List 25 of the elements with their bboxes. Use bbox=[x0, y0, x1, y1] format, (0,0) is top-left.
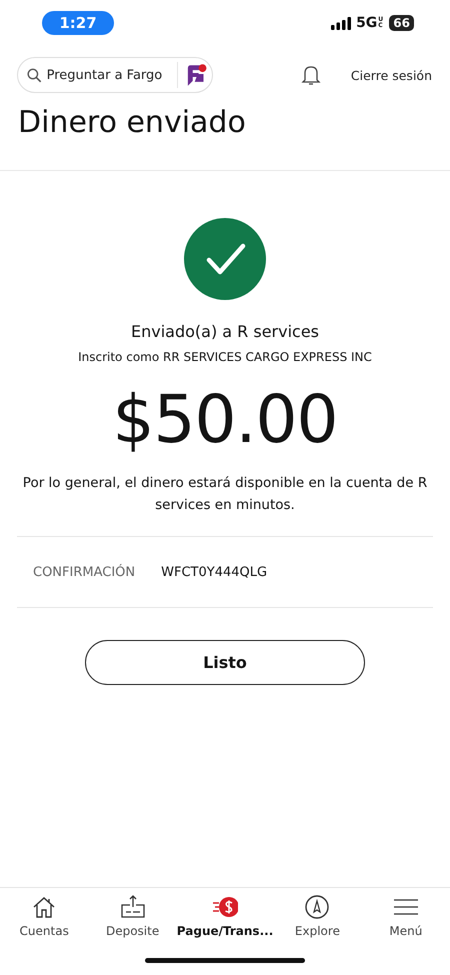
page-title: Dinero enviado bbox=[17, 104, 247, 142]
nav-tab[interactable]: Menú bbox=[362, 894, 450, 938]
signal-icon bbox=[331, 16, 352, 30]
dollar-coin-icon bbox=[212, 894, 238, 920]
battery-level: 66 bbox=[389, 15, 414, 31]
search-bar[interactable]: Preguntar a Fargo bbox=[17, 57, 213, 93]
compass-icon bbox=[304, 894, 330, 920]
nav-tab[interactable]: Explore bbox=[273, 894, 362, 938]
confirmation-number: WFCT0Y444QLG bbox=[161, 564, 268, 580]
amount-text: $50.00 bbox=[112, 380, 338, 460]
deposit-upload-icon bbox=[120, 894, 146, 920]
availability-note: Por lo general, el dinero estará disponible en la cuenta de R services en minutos. bbox=[22, 474, 428, 515]
nav-tab[interactable]: Cuentas bbox=[0, 894, 88, 938]
notification-bell-icon[interactable] bbox=[300, 64, 321, 86]
confirmation-label: CONFIRMACIÓN bbox=[33, 564, 136, 580]
nav-tab[interactable]: Deposite bbox=[88, 894, 177, 938]
success-check-icon bbox=[184, 218, 266, 300]
logout-link[interactable]: Cierre sesión bbox=[350, 68, 432, 82]
search-field[interactable]: Preguntar a Fargo bbox=[46, 68, 172, 82]
done-button[interactable]: Listo bbox=[85, 640, 365, 685]
status-time: 1:27 bbox=[42, 11, 114, 35]
enrolled-name-text: Inscrito como RR SERVICES CARGO EXPRESS INC bbox=[78, 350, 372, 364]
search-icon bbox=[27, 68, 42, 82]
nav-tab[interactable]: Pague/Trans... bbox=[176, 894, 274, 938]
recipient-text: Enviado(a) a R services bbox=[130, 322, 320, 341]
